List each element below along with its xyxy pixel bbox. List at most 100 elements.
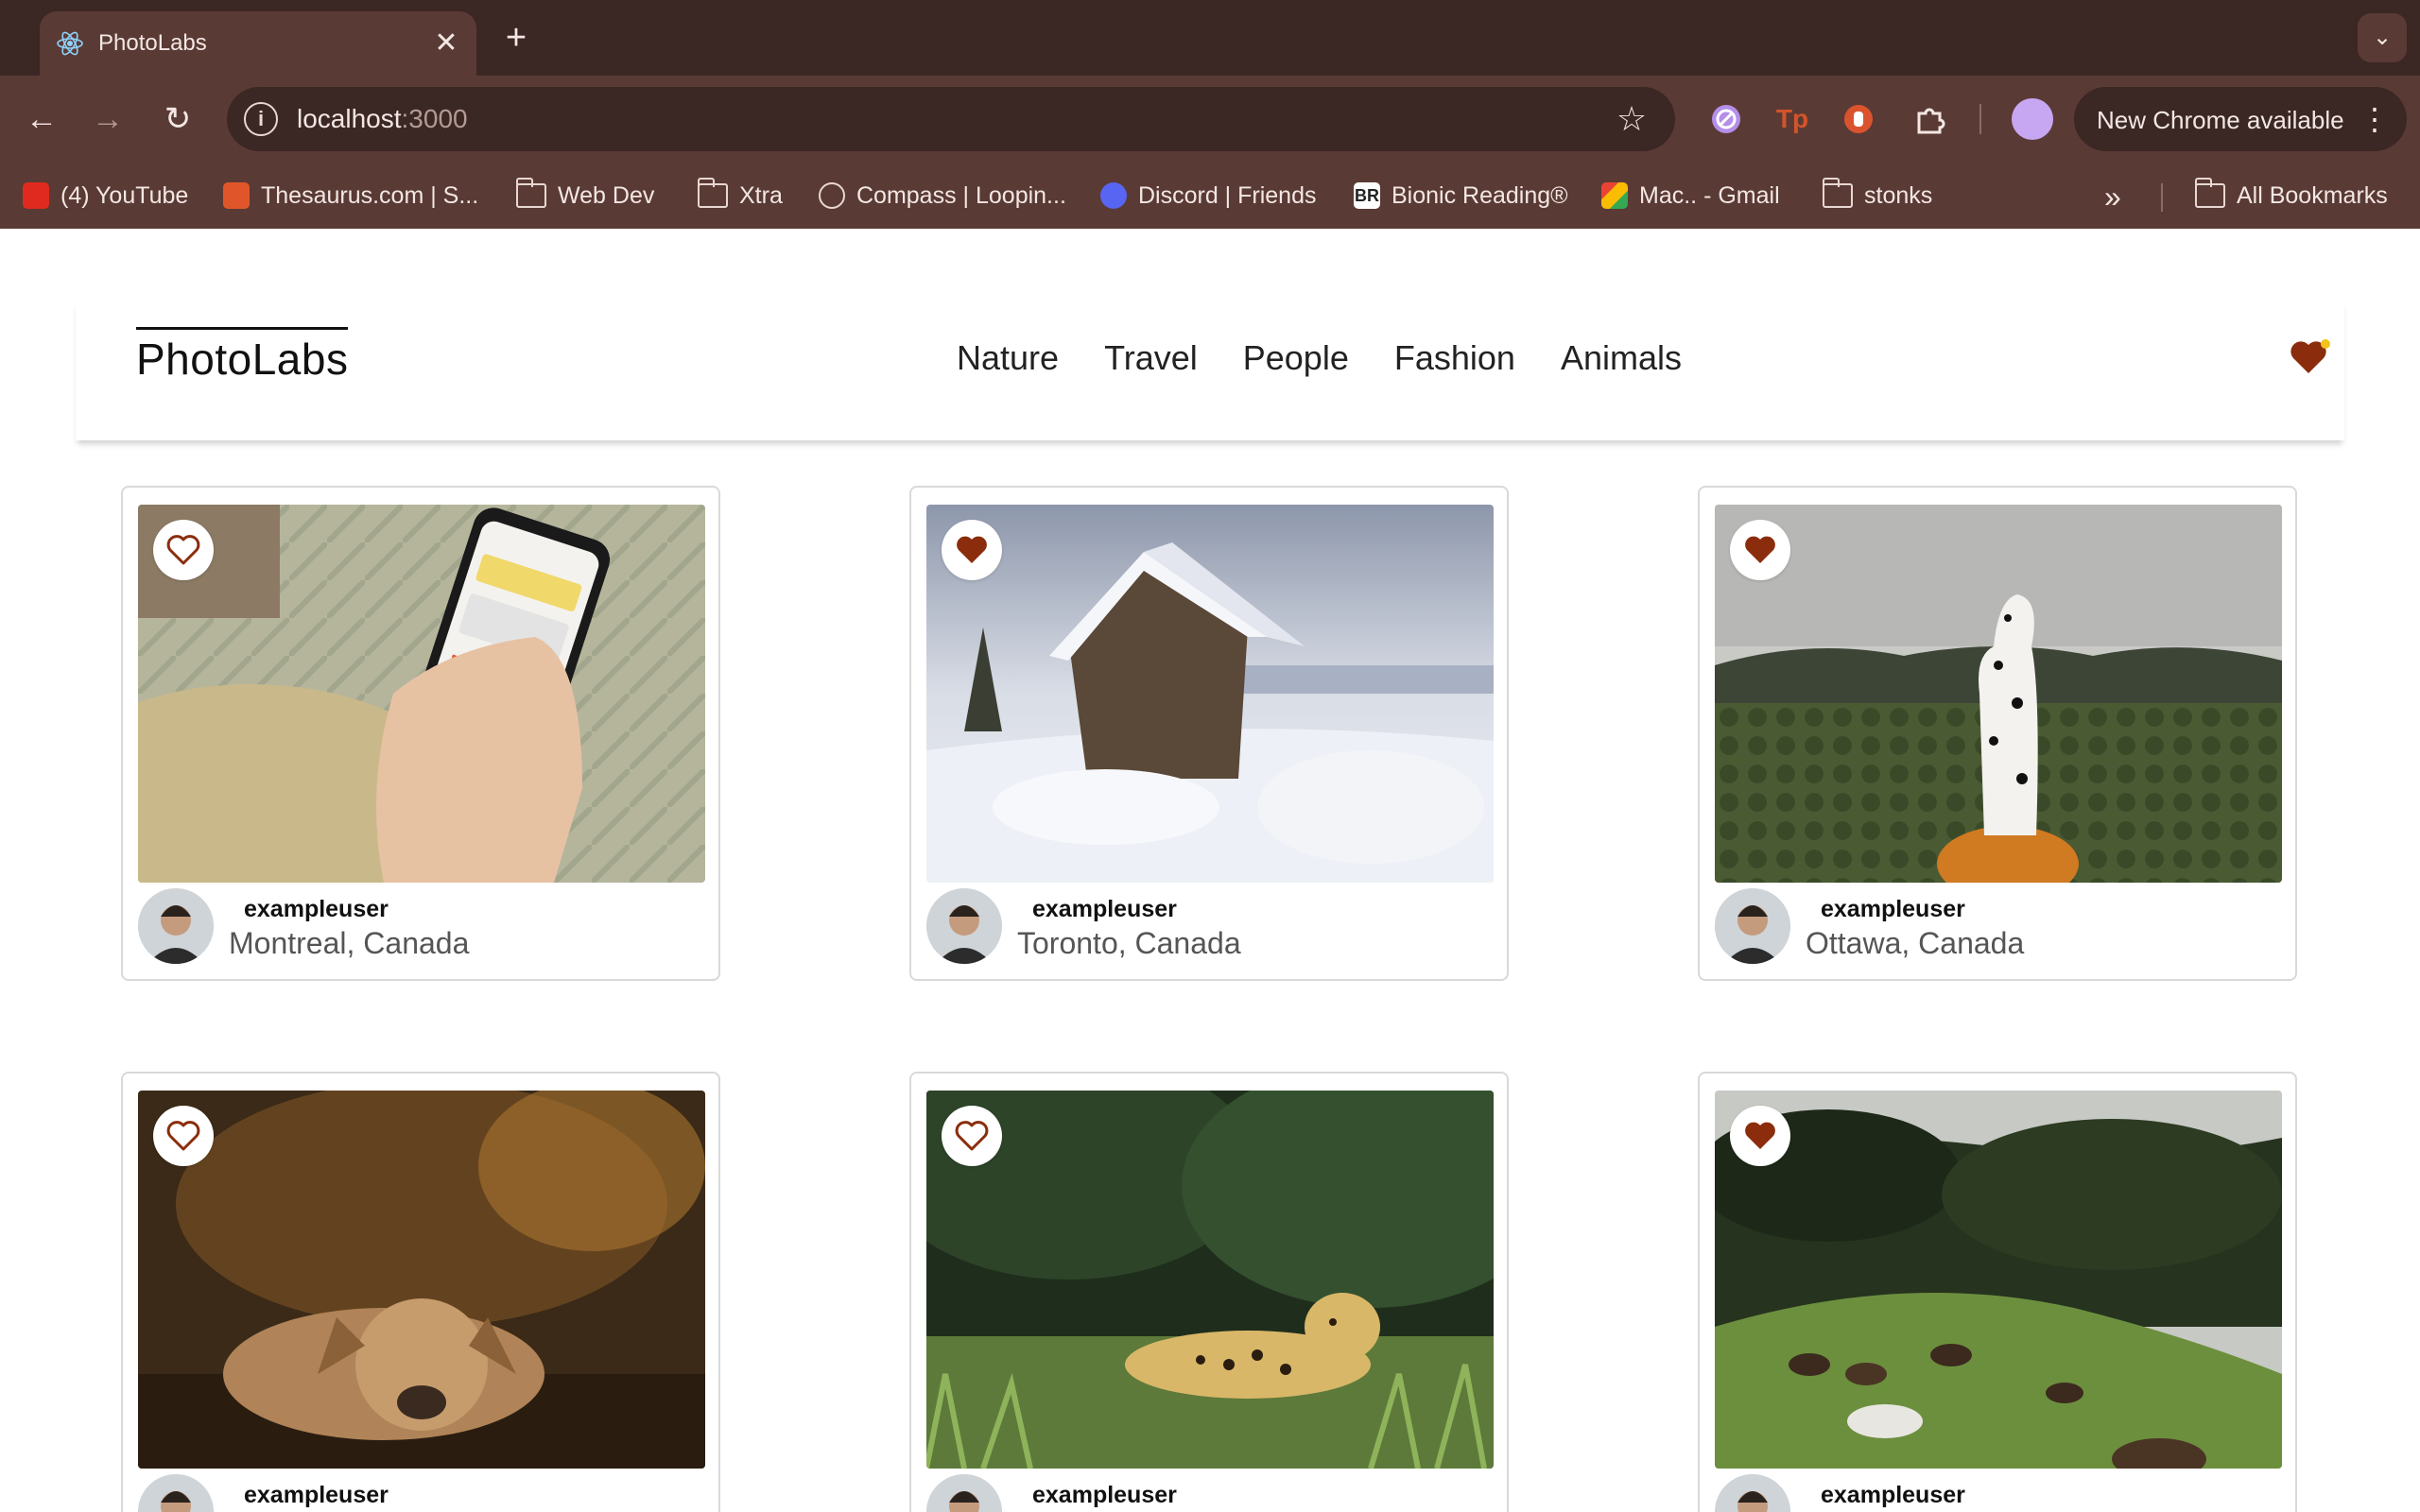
heart-outline-icon [166, 535, 200, 565]
photo-card[interactable]: exampleuser [909, 1072, 1509, 1512]
photo-jaguar-in-grass [926, 1091, 1494, 1469]
forward-arrow-icon[interactable]: → [87, 98, 129, 140]
bookmark-xtra[interactable]: Xtra [697, 178, 783, 214]
app-logo[interactable]: PhotoLabs [136, 327, 349, 385]
photo-location: Ottawa, Canada [1806, 926, 2025, 960]
favourite-button[interactable] [153, 520, 214, 580]
profile-avatar[interactable] [2012, 98, 2053, 140]
url-port: :3000 [401, 104, 468, 133]
update-label: New Chrome available [2097, 106, 2344, 134]
photo-card[interactable]: exampleuser Ottawa, Canada [1698, 486, 2297, 981]
address-bar[interactable]: i localhost:3000 ☆ [227, 87, 1675, 151]
favourite-button[interactable] [942, 520, 1002, 580]
topic-people[interactable]: People [1243, 338, 1349, 378]
youtube-icon [23, 182, 49, 209]
browser-toolbar: ← → ↻ i localhost:3000 ☆ Tp New Chrome a… [0, 76, 2420, 163]
bookmark-label: Discord | Friends [1138, 181, 1317, 209]
favourites-heart-icon[interactable] [2288, 333, 2335, 380]
bionic-reading-icon: BR [1354, 182, 1380, 209]
topic-nature[interactable]: Nature [957, 338, 1059, 378]
update-chrome-button[interactable]: New Chrome available ⋮ [2074, 87, 2407, 151]
reload-icon[interactable]: ↻ [157, 98, 199, 140]
bookmark-web-dev[interactable]: Web Dev [515, 178, 655, 214]
bookmark-youtube[interactable]: (4) YouTube [23, 178, 188, 214]
bookmark-label: (4) YouTube [60, 181, 189, 209]
photo-card[interactable]: exampleuser [121, 1072, 720, 1512]
bookmark-label: Web Dev [558, 181, 655, 209]
photo-username: exampleuser [1032, 1482, 1177, 1508]
tab-strip: PhotoLabs ✕ + ⌄ [0, 0, 2420, 76]
bookmark-star-icon[interactable]: ☆ [1611, 98, 1652, 140]
bookmark-discord[interactable]: Discord | Friends [1100, 178, 1317, 214]
top-navigation-bar: PhotoLabs Nature Travel People Fashion A… [76, 301, 2344, 440]
back-arrow-icon[interactable]: ← [21, 98, 62, 140]
folder-icon [2194, 178, 2225, 208]
avatar [926, 1474, 1002, 1512]
extension-hand-icon[interactable] [1838, 98, 1879, 140]
photo-image[interactable] [138, 505, 705, 883]
bookmark-label: Compass | Loopin... [856, 181, 1066, 209]
photo-card[interactable]: exampleuser [1698, 1072, 2297, 1512]
react-icon [57, 31, 83, 56]
bookmark-stonks[interactable]: stonks [1822, 178, 1932, 214]
photo-image[interactable] [1715, 505, 2282, 883]
photo-username: exampleuser [1032, 896, 1177, 922]
favourite-button[interactable] [1730, 520, 1790, 580]
photo-username: exampleuser [244, 896, 389, 922]
gmail-icon [1601, 182, 1628, 209]
folder-icon [1822, 178, 1853, 208]
heart-outline-icon [955, 1121, 989, 1151]
folder-icon [697, 178, 728, 208]
avatar [1715, 888, 1790, 964]
heart-filled-icon [1745, 1122, 1775, 1149]
photo-phone-in-hand [138, 505, 705, 883]
photo-dog-in-forest [138, 1091, 705, 1469]
extensions-puzzle-icon[interactable] [1910, 98, 1951, 140]
url-host: localhost [297, 104, 402, 133]
heart-filled-icon [957, 536, 987, 563]
url-text[interactable]: localhost:3000 [297, 104, 468, 134]
toolbar-divider [1979, 104, 1981, 134]
tab-search-chevron-icon[interactable]: ⌄ [2358, 13, 2407, 62]
favourite-button[interactable] [1730, 1106, 1790, 1166]
photo-location: Montreal, Canada [229, 926, 470, 960]
bookmark-label: Thesaurus.com | S... [261, 181, 479, 209]
photo-image[interactable] [1715, 1091, 2282, 1469]
topic-fashion[interactable]: Fashion [1394, 338, 1515, 378]
topic-animals[interactable]: Animals [1561, 338, 1682, 378]
kebab-menu-icon[interactable]: ⋮ [2360, 98, 2390, 140]
bookmarks-divider [2161, 183, 2163, 212]
extension-blocker-icon[interactable] [1705, 98, 1747, 140]
photo-location: Toronto, Canada [1017, 926, 1241, 960]
thesaurus-icon [223, 182, 250, 209]
photo-card[interactable]: exampleuser Montreal, Canada [121, 486, 720, 981]
page-viewport: PhotoLabs Nature Travel People Fashion A… [0, 229, 2420, 1512]
photo-username: exampleuser [1821, 896, 1965, 922]
folder-icon [515, 178, 546, 208]
browser-tab[interactable]: PhotoLabs ✕ [40, 11, 476, 76]
bookmark-label: Xtra [739, 181, 783, 209]
photo-snowy-cabin [926, 505, 1494, 883]
heart-outline-icon [166, 1121, 200, 1151]
favourite-button[interactable] [153, 1106, 214, 1166]
all-bookmarks-button[interactable]: All Bookmarks [2194, 178, 2388, 214]
bookmark-thesaurus[interactable]: Thesaurus.com | S... [223, 178, 478, 214]
extension-tp-icon[interactable]: Tp [1772, 98, 1813, 140]
avatar [1715, 1474, 1790, 1512]
site-info-icon[interactable]: i [244, 102, 278, 136]
topic-travel[interactable]: Travel [1104, 338, 1198, 378]
new-tab-icon[interactable]: + [495, 17, 537, 59]
bookmark-compass[interactable]: Compass | Loopin... [819, 178, 1066, 214]
close-tab-icon[interactable]: ✕ [427, 25, 465, 62]
tab-title: PhotoLabs [98, 30, 207, 56]
bookmark-gmail[interactable]: Mac.. - Gmail [1601, 178, 1780, 214]
photo-image[interactable] [138, 1091, 705, 1469]
favourite-button[interactable] [942, 1106, 1002, 1166]
more-bookmarks-chevron-icon[interactable]: » [2104, 180, 2138, 214]
avatar [138, 888, 214, 964]
photo-image[interactable] [926, 1091, 1494, 1469]
bookmark-bionic-reading[interactable]: BR Bionic Reading® [1354, 178, 1568, 214]
photo-card[interactable]: exampleuser Toronto, Canada [909, 486, 1509, 981]
avatar [138, 1474, 214, 1512]
photo-image[interactable] [926, 505, 1494, 883]
